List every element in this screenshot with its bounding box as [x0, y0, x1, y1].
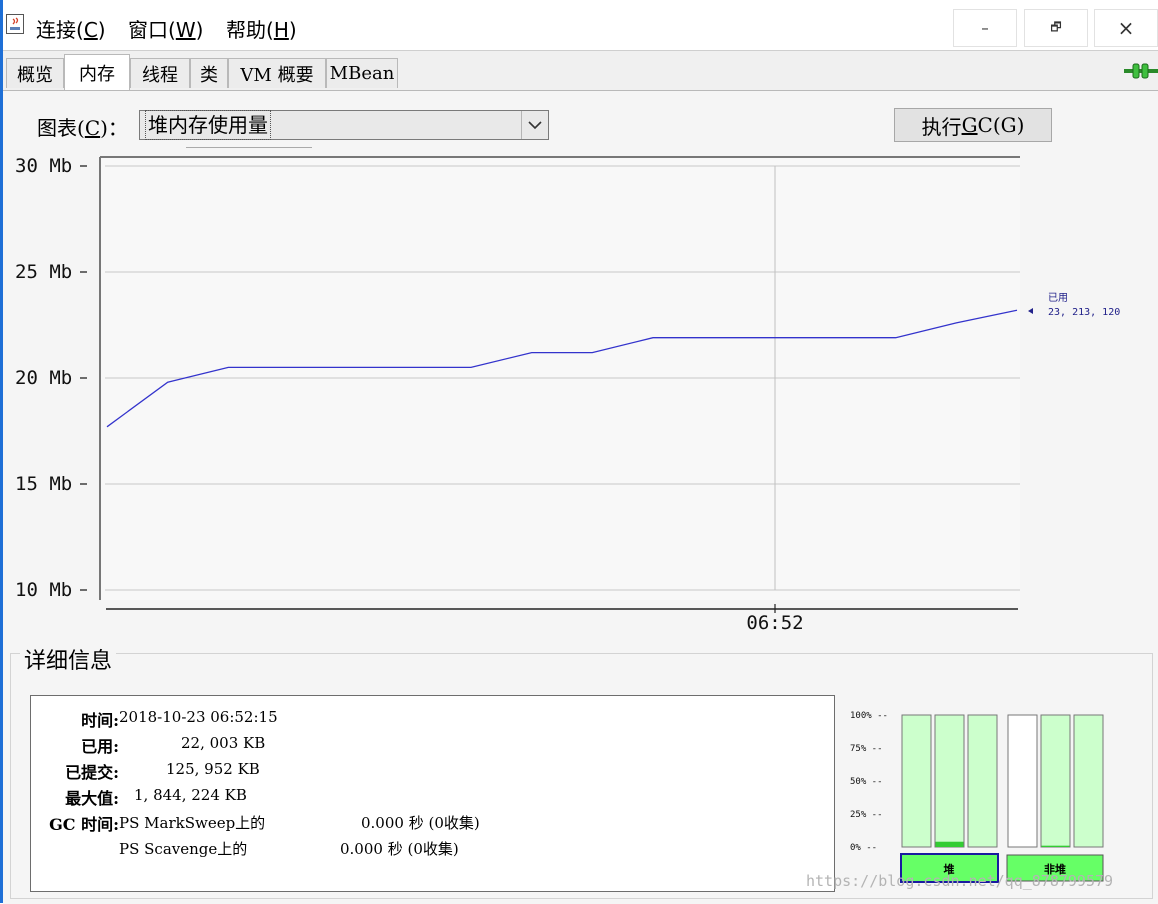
- gc-scavenge-time: 0.000 秒 (0收集): [340, 840, 459, 858]
- close-icon: ×: [1117, 16, 1135, 40]
- minimize-button[interactable]: –: [953, 9, 1017, 47]
- gc-marksweep-time: 0.000 秒 (0收集): [361, 814, 480, 832]
- pool-bar[interactable]: [1040, 714, 1071, 848]
- y-tick-label: 10 Mb: [15, 579, 72, 601]
- tab-vm-summary[interactable]: VM 概要: [228, 58, 326, 88]
- max-label: 最大值:: [65, 789, 119, 808]
- max-value: 1, 844, 224 KB: [134, 786, 247, 804]
- pool-bar[interactable]: [967, 714, 998, 848]
- used-value: 22, 003 KB: [181, 734, 266, 752]
- details-title: 详细信息: [20, 650, 117, 674]
- y-tick-label: 25 Mb: [15, 261, 72, 283]
- close-button[interactable]: ×: [1094, 9, 1158, 47]
- memory-pool-bars: 100% --75% --50% --25% --0% -- 堆 非堆: [850, 711, 1104, 883]
- gc-time-label: GC 时间:: [49, 815, 119, 834]
- pool-bar[interactable]: [1073, 714, 1104, 848]
- pool-tick-label: 25% --: [850, 810, 883, 820]
- pool-tick-label: 50% --: [850, 777, 883, 787]
- committed-value: 125, 952 KB: [166, 760, 260, 778]
- time-value: 2018-10-23 06:52:15: [119, 708, 278, 726]
- tab-overview[interactable]: 概览: [6, 58, 64, 88]
- x-tick-label: 06:52: [746, 612, 803, 634]
- pool-ticks: 100% -- 75% -- 50% -- 25% -- 0% --: [850, 711, 888, 853]
- chart-label: 图表(C)：: [37, 116, 128, 140]
- connection-status-icon: [1124, 63, 1158, 79]
- pool-tick-label: 75% --: [850, 744, 883, 754]
- y-tick-label: 30 Mb: [15, 155, 72, 177]
- tab-threads[interactable]: 线程: [130, 58, 190, 88]
- chart-select-value: 堆内存使用量: [145, 110, 271, 140]
- perform-gc-button[interactable]: 执行 G C(G): [894, 108, 1052, 142]
- menu-window[interactable]: 窗口(W): [128, 14, 203, 43]
- pool-bar-used: [935, 841, 964, 847]
- used-label: 已用:: [81, 737, 119, 756]
- time-label: 时间:: [81, 711, 119, 730]
- minimize-icon: –: [981, 19, 989, 37]
- chevron-down-icon: [521, 111, 548, 139]
- menu-help[interactable]: 帮助(H): [226, 14, 297, 43]
- pool-bar[interactable]: [1007, 714, 1038, 848]
- pool-tick-label: 100% --: [850, 711, 888, 721]
- details-info-box: 时间: 2018-10-23 06:52:15 已用: 22, 003 KB 已…: [30, 695, 835, 892]
- pool-bar[interactable]: [934, 714, 965, 848]
- current-value-marker: [1028, 308, 1033, 314]
- pool-bar-used: [1041, 845, 1070, 847]
- heap-memory-chart: 30 Mb 25 Mb 20 Mb 15 Mb 10 Mb 06:52 已用 23, 2…: [15, 155, 1120, 634]
- restore-icon: 🗗: [1050, 19, 1062, 34]
- legend-label: 已用: [1048, 293, 1068, 304]
- y-tick-label: 15 Mb: [15, 473, 72, 495]
- pool-tick-label: 0% --: [850, 843, 877, 853]
- committed-label: 已提交:: [65, 763, 119, 782]
- watermark: https://blog.csdn.net/qq_878799579: [806, 872, 1114, 890]
- restore-button[interactable]: 🗗: [1024, 9, 1088, 47]
- pool-bar[interactable]: [901, 714, 932, 848]
- java-app-icon: [6, 14, 24, 34]
- chart-select[interactable]: 堆内存使用量: [139, 110, 549, 140]
- y-tick-label: 20 Mb: [15, 367, 72, 389]
- legend-value: 23, 213, 120: [1048, 307, 1120, 318]
- tab-memory[interactable]: 内存: [64, 54, 130, 90]
- pool-bar-group: [901, 714, 1104, 848]
- menu-connect[interactable]: 连接(C): [36, 14, 106, 43]
- tab-mbean[interactable]: MBean: [326, 58, 398, 88]
- tab-classes[interactable]: 类: [190, 58, 228, 88]
- gc-scavenge-name: PS Scavenge上的: [119, 840, 248, 858]
- gc-marksweep-name: PS MarkSweep上的: [119, 814, 266, 832]
- y-axis: 30 Mb 25 Mb 20 Mb 15 Mb 10 Mb: [15, 155, 87, 601]
